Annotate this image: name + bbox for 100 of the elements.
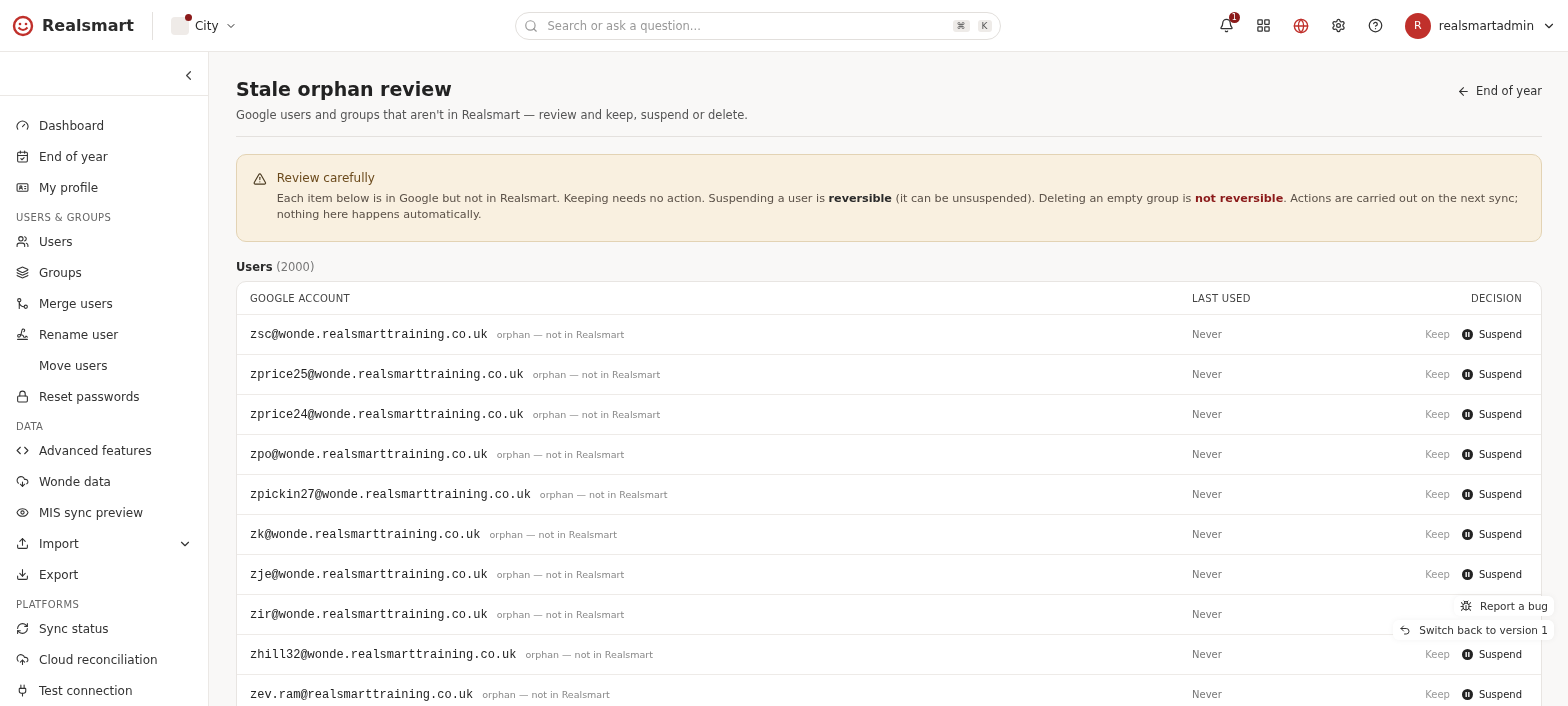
settings-button[interactable]: [1330, 18, 1346, 33]
sidebar-item[interactable]: Reset passwords: [16, 381, 208, 412]
sidebar-item-icon: [16, 684, 29, 697]
account-email: zprice24@wonde.realsmarttraining.co.uk: [250, 407, 524, 422]
alert-title: Review carefully: [276, 171, 376, 185]
sidebar-item-icon: [16, 266, 29, 279]
sidebar-item-icon: [16, 235, 29, 248]
orphan-note: orphan — not in Realsmart: [539, 488, 668, 500]
column-header: GOOGLE ACCOUNT: [250, 292, 351, 304]
sidebar-item[interactable]: MIS sync preview: [16, 497, 208, 528]
sidebar-item[interactable]: End of year: [16, 141, 208, 172]
account-email: zje@wonde.realsmarttraining.co.uk: [250, 567, 488, 582]
sidebar-item[interactable]: Wonde data: [16, 466, 208, 497]
school-switcher[interactable]: City: [171, 16, 237, 35]
pause-icon: [1461, 569, 1473, 580]
floating-action-button[interactable]: Report a bug: [1454, 596, 1554, 616]
sidebar-item[interactable]: Advanced features: [16, 435, 208, 466]
help-button[interactable]: [1367, 18, 1383, 33]
pause-icon: [1461, 529, 1473, 540]
account-email: zsc@wonde.realsmarttraining.co.uk: [250, 327, 488, 342]
sidebar-item-icon: [16, 119, 29, 132]
user-menu[interactable]: R realsmartadmin: [1404, 12, 1556, 39]
undo-arrow-icon: [1399, 624, 1412, 636]
decision-option[interactable]: Suspend: [1461, 649, 1522, 660]
bell-icon: [1218, 18, 1234, 33]
pause-icon: [1461, 689, 1473, 700]
section-heading: PLATFORMS: [16, 599, 81, 610]
orphan-note: orphan — not in Realsmart: [496, 568, 625, 580]
orphan-note: orphan — not in Realsmart: [532, 368, 661, 380]
decision-option[interactable]: Suspend: [1461, 449, 1522, 460]
help-icon: [1367, 18, 1383, 33]
column-header: DECISION: [1470, 292, 1522, 304]
shortcut-key: K: [977, 19, 992, 32]
last-used: Never: [1192, 409, 1223, 420]
sidebar-item[interactable]: My profile: [16, 172, 208, 203]
orphan-note: orphan — not in Realsmart: [496, 608, 625, 620]
sidebar-item-icon: [16, 444, 29, 457]
last-used: Never: [1192, 609, 1223, 620]
sidebar-item-icon: [16, 506, 29, 519]
column-header: LAST USED: [1192, 292, 1252, 304]
sidebar-item-icon: [16, 297, 29, 310]
last-used: Never: [1192, 489, 1223, 500]
orphan-note: orphan — not in Realsmart: [496, 328, 625, 340]
sidebar-item[interactable]: Import: [16, 528, 208, 559]
back-link[interactable]: End of year: [1457, 84, 1542, 98]
decision-option[interactable]: Suspend: [1461, 369, 1522, 380]
sidebar-item[interactable]: Rename user: [16, 319, 208, 350]
sidebar-item-icon: [16, 328, 29, 341]
sidebar-item[interactable]: Dashboard: [16, 110, 208, 141]
orphan-note: orphan — not in Realsmart: [489, 528, 617, 540]
alert-text: Each item below is in Google but not in Realsmart. Keeping needs no action. Suspending a user is reversible (it can be unsuspended). Deleting an empty group is not reversible. Actions are carried out on the next sync; nothing here happens automatically.: [276, 191, 1519, 223]
search-bar[interactable]: Search or ask a question... ⌘ K: [514, 11, 1001, 40]
decision-option[interactable]: Suspend: [1461, 489, 1522, 500]
floating-action-button[interactable]: Switch back to version 1: [1393, 620, 1554, 640]
sidebar-item-icon: [16, 150, 29, 163]
pause-icon: [1461, 369, 1473, 380]
pause-icon: [1461, 449, 1473, 460]
account-email: zhill32@wonde.realsmarttraining.co.uk: [250, 647, 517, 662]
sidebar-item-icon: [16, 537, 29, 550]
sidebar-item[interactable]: Sync status: [16, 613, 208, 644]
sidebar-item-icon: [16, 622, 29, 635]
language-button[interactable]: [1292, 17, 1309, 34]
sidebar-item[interactable]: Export: [16, 559, 208, 590]
pause-icon: [1461, 489, 1473, 500]
apps-button[interactable]: [1255, 18, 1271, 33]
account-email: zk@wonde.realsmarttraining.co.uk: [250, 527, 481, 542]
search-field[interactable]: Search or ask a question...: [545, 17, 945, 34]
school-logo-icon: [171, 16, 189, 35]
pause-icon: [1461, 649, 1473, 660]
orphan-note: orphan — not in Realsmart: [525, 648, 653, 660]
pause-icon: [1461, 409, 1473, 420]
decision-option[interactable]: Suspend: [1461, 329, 1522, 340]
brand-name: Realsmart: [42, 16, 134, 35]
last-used: Never: [1192, 369, 1223, 380]
account-email: zpo@wonde.realsmarttraining.co.uk: [250, 447, 488, 462]
decision-option[interactable]: Suspend: [1461, 409, 1522, 420]
sidebar-item[interactable]: Cloud reconciliation: [16, 644, 208, 675]
sidebar-item[interactable]: Users: [16, 226, 208, 257]
last-used: Never: [1192, 649, 1223, 660]
bug-icon: [1460, 600, 1473, 612]
decision-option[interactable]: Suspend: [1461, 689, 1522, 700]
section-heading: USERS & GROUPS: [16, 212, 113, 223]
notification-badge: 1: [1228, 12, 1240, 23]
account-email: zir@wonde.realsmarttraining.co.uk: [250, 607, 488, 622]
sidebar-item[interactable]: Merge users: [16, 288, 208, 319]
account-email: zev.ram@realsmarttraining.co.uk: [250, 687, 474, 702]
sidebar-item[interactable]: Test connection: [16, 675, 208, 706]
globe-icon: [1292, 17, 1309, 34]
sidebar-item[interactable]: Groups: [16, 257, 208, 288]
last-used: Never: [1192, 689, 1223, 700]
smiley-logo-icon: [12, 14, 34, 37]
sidebar-item-icon: [16, 475, 29, 488]
notifications-button[interactable]: [1218, 18, 1234, 33]
sidebar-item[interactable]: Move users: [16, 350, 208, 381]
orphan-note: orphan — not in Realsmart: [532, 408, 661, 420]
decision-option[interactable]: Suspend: [1461, 529, 1522, 540]
orphan-note: orphan — not in Realsmart: [482, 688, 610, 700]
search-icon: [523, 18, 538, 33]
decision-option[interactable]: Suspend: [1461, 569, 1522, 580]
last-used: Never: [1192, 569, 1223, 580]
